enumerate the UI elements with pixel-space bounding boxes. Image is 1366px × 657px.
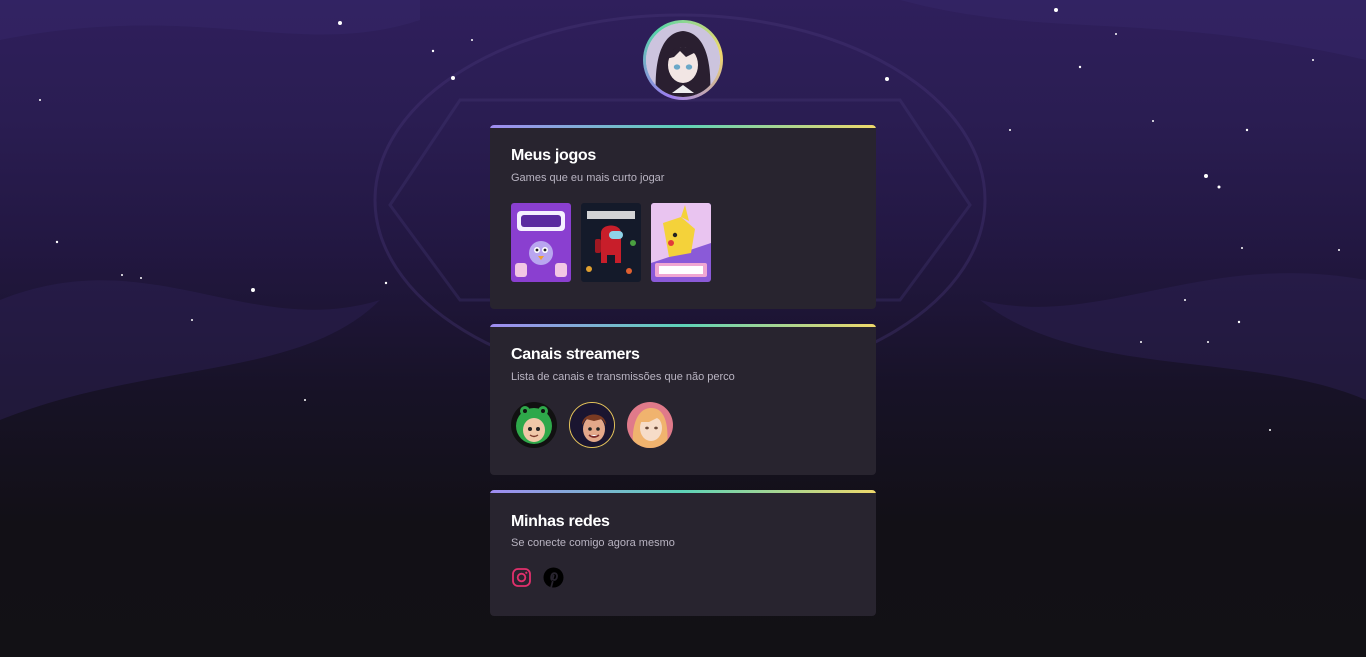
game-gartic-phone[interactable]	[511, 203, 571, 282]
streamer-frog-hood-avatar-icon	[511, 402, 557, 448]
pokemon-unite-cover-icon	[651, 203, 711, 282]
streamers-list	[511, 402, 673, 448]
socials-card: Minhas redes Se conecte comigo agora mes…	[490, 490, 876, 616]
game-among-us[interactable]	[581, 203, 641, 282]
streamer-1[interactable]	[511, 402, 557, 448]
game-pokemon-unite[interactable]	[651, 203, 711, 282]
socials-list	[511, 567, 564, 588]
streamer-pink-hair-avatar-icon	[627, 402, 673, 448]
anime-girl-avatar-icon	[646, 23, 720, 97]
streamers-subtitle: Lista de canais e transmissões que não p…	[511, 371, 735, 383]
streamer-2[interactable]	[569, 402, 615, 448]
streamer-3[interactable]	[627, 402, 673, 448]
socials-title: Minhas redes	[511, 513, 610, 530]
pinterest-link[interactable]	[543, 567, 564, 588]
socials-subtitle: Se conecte comigo agora mesmo	[511, 537, 675, 549]
pinterest-icon	[543, 567, 564, 588]
games-subtitle: Games que eu mais curto jogar	[511, 172, 665, 184]
streamer-brown-hair-avatar-icon	[570, 403, 614, 447]
streamers-card: Canais streamers Lista de canais e trans…	[490, 324, 876, 475]
among-us-cover-icon	[581, 203, 641, 282]
games-card: Meus jogos Games que eu mais curto jogar	[490, 125, 876, 309]
games-title: Meus jogos	[511, 147, 597, 164]
gartic-phone-cover-icon	[511, 203, 571, 282]
games-list	[511, 203, 711, 282]
profile-avatar	[643, 20, 723, 100]
instagram-link[interactable]	[511, 567, 532, 588]
instagram-icon	[512, 568, 531, 587]
streamers-title: Canais streamers	[511, 346, 640, 363]
